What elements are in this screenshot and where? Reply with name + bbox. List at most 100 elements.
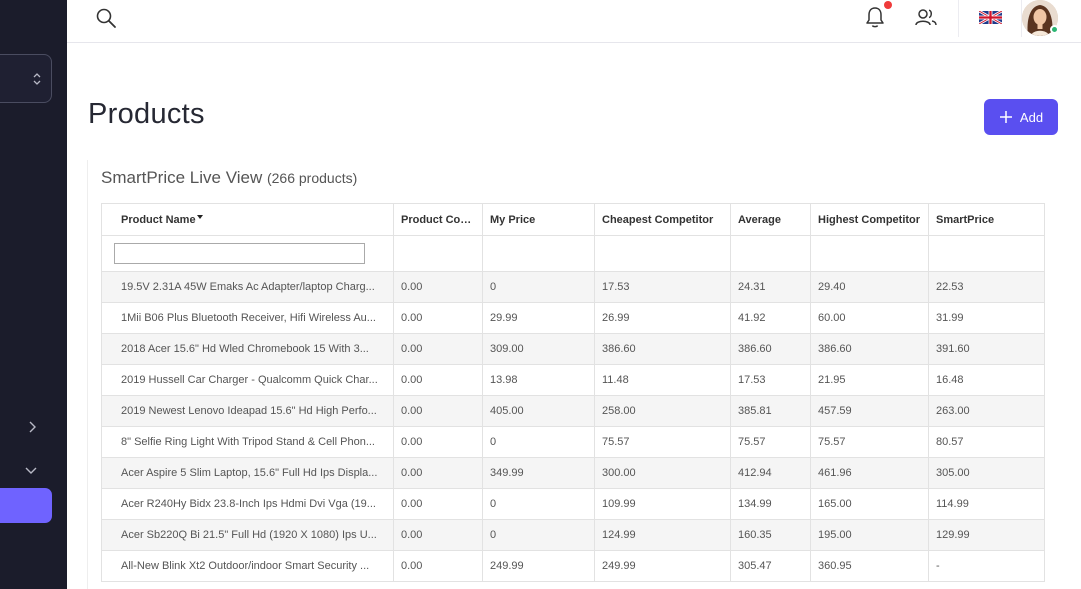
add-button[interactable]: Add: [984, 99, 1058, 135]
average-cell: 386.60: [730, 333, 811, 365]
sort-indicator-icon: [196, 214, 203, 219]
my-price-cell: 405.00: [482, 395, 595, 427]
table-row[interactable]: Acer R240Hy Bidx 23.8-Inch Ips Hdmi Dvi …: [101, 488, 1045, 520]
smartprice-cell: 129.99: [928, 519, 1045, 551]
product-cost-cell: 0.00: [393, 302, 483, 334]
highest-competitor-cell: 29.40: [810, 271, 929, 303]
chevron-down-icon[interactable]: [24, 463, 38, 477]
product-cost-cell: 0.00: [393, 519, 483, 551]
highest-competitor-cell: 386.60: [810, 333, 929, 365]
product-cost-cell: 0.00: [393, 457, 483, 489]
panel-border: [87, 160, 88, 589]
column-header-cheapest-competitor[interactable]: Cheapest Competitor: [594, 203, 731, 236]
table-row[interactable]: 2018 Acer 15.6" Hd Wled Chromebook 15 Wi…: [101, 333, 1045, 365]
table-header-row: Product Name Product Cost My Price Cheap…: [101, 203, 1045, 236]
column-header-my-price[interactable]: My Price: [482, 203, 595, 236]
average-cell: 305.47: [730, 550, 811, 582]
cheapest-competitor-cell: 75.57: [594, 426, 731, 458]
smartprice-cell: 114.99: [928, 488, 1045, 520]
table-row[interactable]: 1Mii B06 Plus Bluetooth Receiver, Hifi W…: [101, 302, 1045, 334]
highest-competitor-cell: 195.00: [810, 519, 929, 551]
my-price-cell: 0: [482, 519, 595, 551]
table-row[interactable]: 2019 Hussell Car Charger - Qualcomm Quic…: [101, 364, 1045, 396]
smartprice-cell: 305.00: [928, 457, 1045, 489]
highest-competitor-cell: 75.57: [810, 426, 929, 458]
table-row[interactable]: 8" Selfie Ring Light With Tripod Stand &…: [101, 426, 1045, 458]
product-name-cell: Acer Aspire 5 Slim Laptop, 15.6" Full Hd…: [101, 457, 394, 489]
highest-competitor-cell: 60.00: [810, 302, 929, 334]
table-row[interactable]: 19.5V 2.31A 45W Emaks Ac Adapter/laptop …: [101, 271, 1045, 303]
highest-competitor-cell: 360.95: [810, 550, 929, 582]
smartprice-cell: 391.60: [928, 333, 1045, 365]
smartprice-cell: 263.00: [928, 395, 1045, 427]
my-price-cell: 309.00: [482, 333, 595, 365]
average-cell: 160.35: [730, 519, 811, 551]
highest-competitor-cell: 461.96: [810, 457, 929, 489]
product-name-cell: 19.5V 2.31A 45W Emaks Ac Adapter/laptop …: [101, 271, 394, 303]
column-header-highest-competitor[interactable]: Highest Competitor: [810, 203, 929, 236]
sort-indicator-icon: [471, 214, 478, 219]
column-header-product-name[interactable]: Product Name: [101, 203, 394, 236]
product-count: (266 products): [266, 170, 358, 186]
product-name-cell: 2019 Hussell Car Charger - Qualcomm Quic…: [101, 364, 394, 396]
average-cell: 24.31: [730, 271, 811, 303]
product-name-cell: All-New Blink Xt2 Outdoor/indoor Smart S…: [101, 550, 394, 582]
average-cell: 412.94: [730, 457, 811, 489]
product-cost-cell: 0.00: [393, 364, 483, 396]
product-cost-cell: 0.00: [393, 426, 483, 458]
my-price-cell: 0: [482, 488, 595, 520]
product-name-cell: 8" Selfie Ring Light With Tripod Stand &…: [101, 426, 394, 458]
cheapest-competitor-cell: 11.48: [594, 364, 731, 396]
smartprice-cell: 22.53: [928, 271, 1045, 303]
table-row[interactable]: Acer Sb220Q Bi 21.5" Full Hd (1920 X 108…: [101, 519, 1045, 551]
section-title-text: SmartPrice Live View: [101, 168, 263, 187]
column-header-smartprice[interactable]: SmartPrice: [928, 203, 1045, 236]
workspace-select[interactable]: [0, 54, 52, 103]
smartprice-cell: 31.99: [928, 302, 1045, 334]
table-row[interactable]: All-New Blink Xt2 Outdoor/indoor Smart S…: [101, 550, 1045, 582]
uk-flag-icon[interactable]: [979, 11, 1002, 24]
product-name-cell: 2019 Newest Lenovo Ideapad 15.6" Hd High…: [101, 395, 394, 427]
highest-competitor-cell: 165.00: [810, 488, 929, 520]
product-name-filter-input[interactable]: [114, 243, 365, 264]
average-cell: 75.57: [730, 426, 811, 458]
average-cell: 17.53: [730, 364, 811, 396]
column-header-average[interactable]: Average: [730, 203, 811, 236]
average-cell: 385.81: [730, 395, 811, 427]
my-price-cell: 349.99: [482, 457, 595, 489]
highest-competitor-cell: 457.59: [810, 395, 929, 427]
product-cost-cell: 0.00: [393, 488, 483, 520]
cheapest-competitor-cell: 124.99: [594, 519, 731, 551]
cheapest-competitor-cell: 249.99: [594, 550, 731, 582]
sidebar: [0, 0, 67, 589]
product-cost-cell: 0.00: [393, 395, 483, 427]
products-table: Product Name Product Cost My Price Cheap…: [101, 203, 1045, 582]
cheapest-competitor-cell: 386.60: [594, 333, 731, 365]
smartprice-cell: 16.48: [928, 364, 1045, 396]
search-icon[interactable]: [95, 7, 117, 29]
average-cell: 41.92: [730, 302, 811, 334]
sidebar-item-active[interactable]: [0, 488, 52, 523]
product-name-cell: 1Mii B06 Plus Bluetooth Receiver, Hifi W…: [101, 302, 394, 334]
my-price-cell: 0: [482, 271, 595, 303]
add-button-label: Add: [1019, 109, 1044, 125]
product-name-cell: 2018 Acer 15.6" Hd Wled Chromebook 15 Wi…: [101, 333, 394, 365]
average-cell: 134.99: [730, 488, 811, 520]
table-row[interactable]: Acer Aspire 5 Slim Laptop, 15.6" Full Hd…: [101, 457, 1045, 489]
column-header-product-cost[interactable]: Product Cost: [393, 203, 483, 236]
cheapest-competitor-cell: 109.99: [594, 488, 731, 520]
top-header: [67, 0, 1081, 43]
page-title: Products: [88, 98, 205, 130]
cheapest-competitor-cell: 17.53: [594, 271, 731, 303]
section-title: SmartPrice Live View (266 products): [101, 168, 357, 188]
my-price-cell: 13.98: [482, 364, 595, 396]
table-row[interactable]: 2019 Newest Lenovo Ideapad 15.6" Hd High…: [101, 395, 1045, 427]
smartprice-cell: -: [928, 550, 1045, 582]
cheapest-competitor-cell: 300.00: [594, 457, 731, 489]
chevron-right-icon[interactable]: [25, 420, 39, 434]
bell-icon[interactable]: [864, 5, 886, 29]
users-icon[interactable]: [914, 6, 938, 28]
product-cost-cell: 0.00: [393, 333, 483, 365]
filter-row: [101, 235, 1045, 272]
my-price-cell: 29.99: [482, 302, 595, 334]
